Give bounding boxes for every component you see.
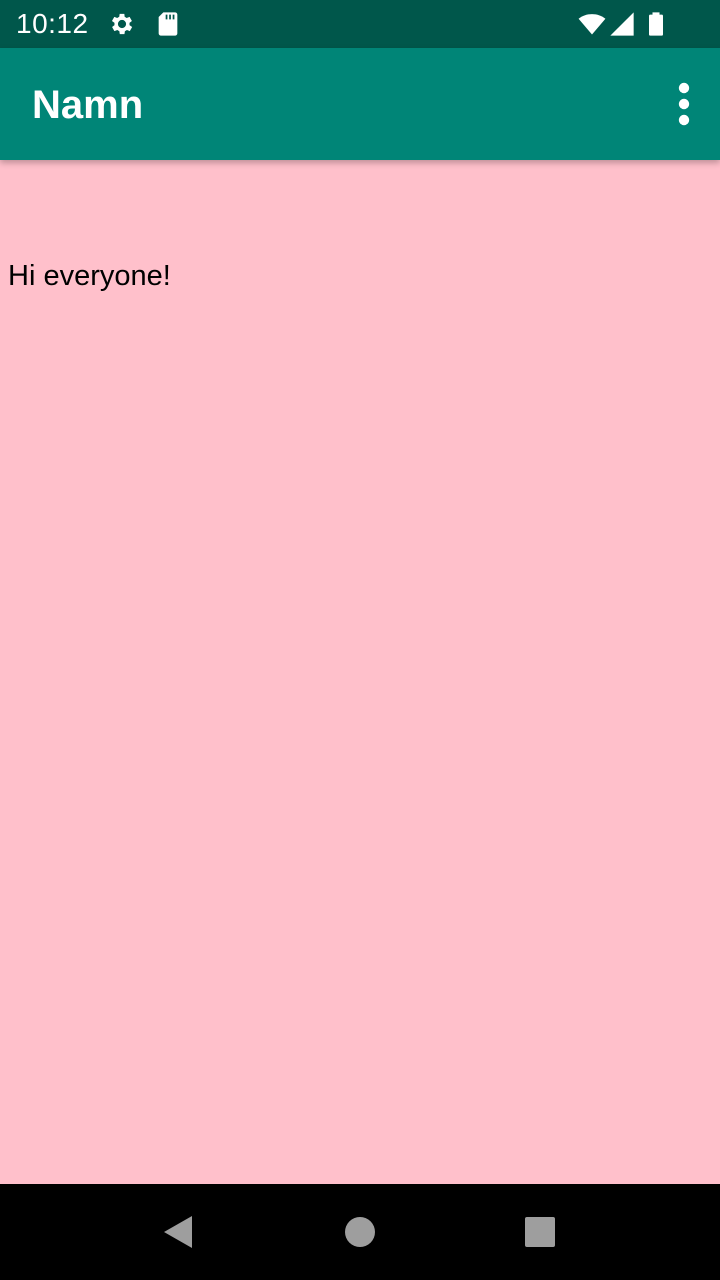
cell-signal-icon xyxy=(608,10,636,38)
home-button[interactable] xyxy=(336,1208,384,1256)
navigation-bar xyxy=(0,1184,720,1280)
back-icon xyxy=(164,1216,192,1248)
page-title: Namn xyxy=(32,83,144,127)
greeting-text: Hi everyone! xyxy=(8,260,171,292)
recents-button[interactable] xyxy=(516,1208,564,1256)
status-bar: 10:12 xyxy=(0,0,720,48)
more-vert-icon xyxy=(678,82,690,126)
recents-icon xyxy=(525,1217,555,1247)
app-bar: Namn xyxy=(0,48,720,160)
wifi-icon xyxy=(576,10,608,38)
screen: 10:12 Namn Hi everyone! xyxy=(0,0,720,1280)
settings-icon xyxy=(108,10,136,38)
more-options-button[interactable] xyxy=(668,80,700,128)
sd-card-icon xyxy=(154,10,182,38)
battery-icon xyxy=(642,10,670,38)
back-button[interactable] xyxy=(154,1208,202,1256)
home-icon xyxy=(345,1217,375,1247)
status-time: 10:12 xyxy=(16,8,89,39)
